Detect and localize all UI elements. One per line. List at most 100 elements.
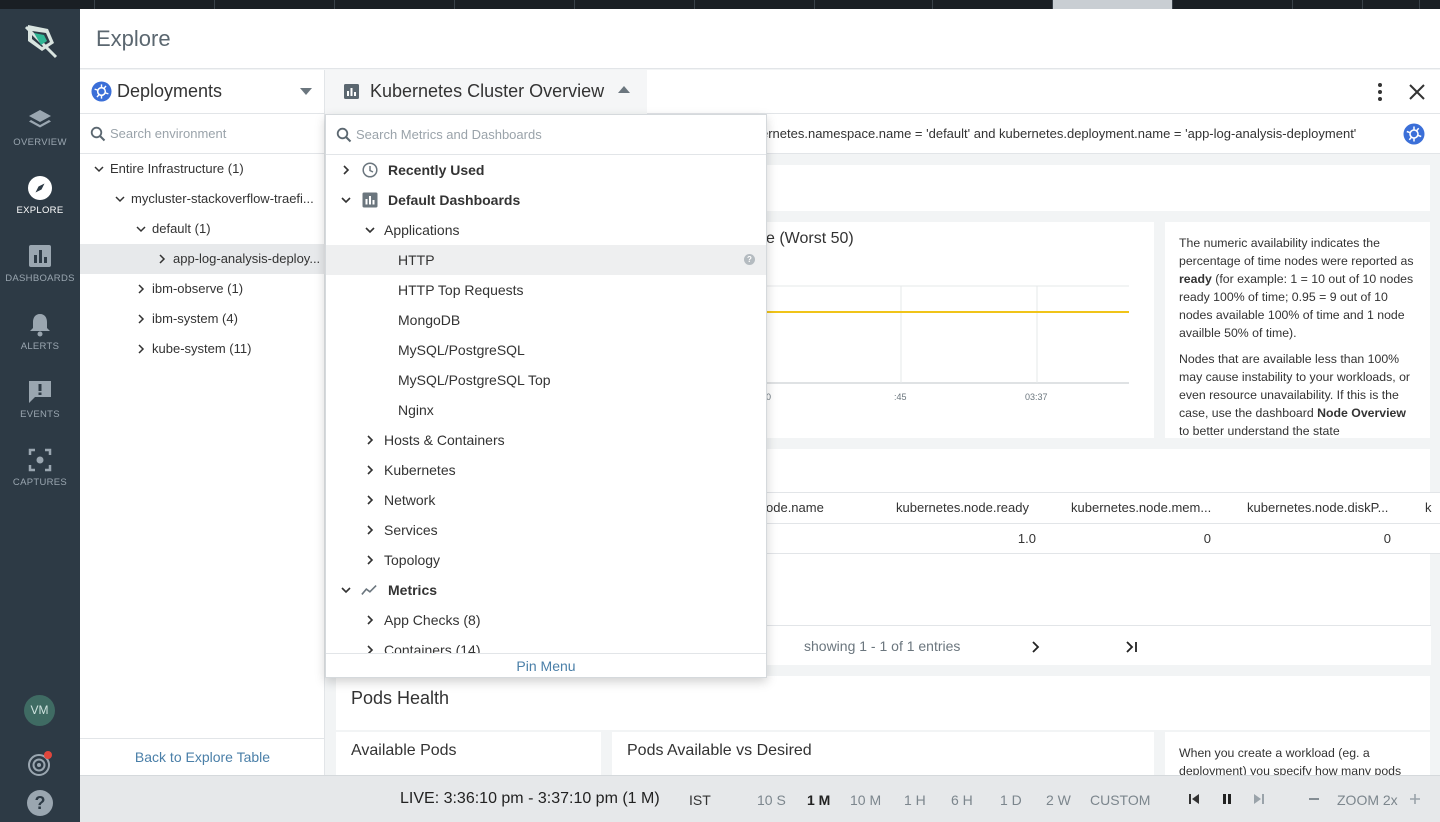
tree-item[interactable]: default (1) (80, 214, 325, 244)
menu-item[interactable]: HTTP Top Requests (326, 275, 766, 305)
metrics-search-input[interactable]: Search Metrics and Dashboards (326, 115, 766, 155)
browser-tab[interactable] (575, 0, 695, 9)
skip-forward-icon[interactable] (1253, 793, 1265, 805)
menu-item[interactable]: MySQL/PostgreSQL Top (326, 365, 766, 395)
last-page-icon[interactable] (1125, 641, 1139, 653)
avatar[interactable]: VM (24, 695, 55, 726)
nav-alerts[interactable]: ALERTS (0, 311, 80, 375)
menu-group[interactable]: Topology (326, 545, 766, 575)
tree-item-label: default (1) (152, 221, 211, 236)
range-custom[interactable]: CUSTOM (1090, 792, 1150, 808)
search-placeholder: Search Metrics and Dashboards (356, 127, 542, 142)
range-1m[interactable]: 1 M (807, 792, 830, 808)
browser-tab[interactable] (1363, 0, 1420, 9)
chevron-right-icon (367, 495, 374, 505)
nav-explore[interactable]: EXPLORE (0, 175, 80, 239)
menu-item-http[interactable]: HTTP ? (326, 245, 766, 275)
nav-label: EVENTS (20, 409, 60, 420)
zoom-out-icon[interactable] (1308, 793, 1320, 805)
next-page-icon[interactable] (1030, 641, 1040, 653)
chevron-right-icon (367, 645, 374, 653)
pods-description-panel: When you create a workload (eg. a deploy… (1165, 732, 1430, 775)
skip-back-icon[interactable] (1188, 793, 1200, 805)
range-1d[interactable]: 1 D (1000, 792, 1022, 808)
pin-menu-button[interactable]: Pin Menu (326, 653, 766, 677)
nav-events[interactable]: EVENTS (0, 379, 80, 443)
menu-group[interactable]: Kubernetes (326, 455, 766, 485)
dashboard-selector[interactable]: Kubernetes Cluster Overview (325, 70, 647, 114)
environment-search-input[interactable]: Search environment (80, 114, 325, 154)
notifications-icon[interactable] (26, 750, 54, 778)
tree-item-selected[interactable]: app-log-analysis-deploy... (80, 244, 325, 274)
app-logo-icon[interactable] (20, 21, 60, 61)
browser-tab[interactable] (695, 0, 815, 9)
menu-item[interactable]: Nginx (326, 395, 766, 425)
menu-item[interactable]: MySQL/PostgreSQL (326, 335, 766, 365)
menu-group[interactable]: Services (326, 515, 766, 545)
menu-group-applications[interactable]: Applications (326, 215, 766, 245)
chevron-down-icon (94, 166, 104, 173)
tree-item[interactable]: ibm-observe (1) (80, 274, 325, 304)
timezone-label[interactable]: IST (689, 792, 711, 808)
back-to-explore-table-link[interactable]: Back to Explore Table (80, 738, 325, 775)
pause-icon[interactable] (1221, 793, 1233, 805)
menu-item-label: Network (384, 492, 436, 508)
menu-item[interactable]: MongoDB (326, 305, 766, 335)
browser-tab[interactable] (95, 0, 215, 9)
browser-tab[interactable] (0, 0, 95, 9)
tree-item-label: ibm-system (4) (152, 311, 238, 326)
column-header[interactable]: kubernetes.node.mem... (1071, 493, 1211, 523)
range-10s[interactable]: 10 S (757, 792, 786, 808)
tree-item-label: app-log-analysis-deploy... (173, 251, 321, 266)
browser-tab[interactable] (933, 0, 1053, 9)
nav-overview[interactable]: OVERVIEW (0, 107, 80, 171)
kubernetes-icon (1403, 123, 1425, 145)
range-6h[interactable]: 6 H (951, 792, 973, 808)
menu-group[interactable]: Network (326, 485, 766, 515)
tree-item[interactable]: Entire Infrastructure (1) (80, 154, 325, 184)
browser-tab[interactable] (815, 0, 933, 9)
pods-description: When you create a workload (eg. a deploy… (1179, 746, 1402, 775)
deployments-selector[interactable]: Deployments (80, 70, 325, 114)
menu-item-label: Hosts & Containers (384, 432, 505, 448)
column-header[interactable]: kubernetes.node.ready (896, 493, 1029, 523)
column-header[interactable]: kubernetes.node.diskP... (1247, 493, 1388, 523)
range-2w[interactable]: 2 W (1046, 792, 1071, 808)
tree-item[interactable]: mycluster-stackoverflow-traefi... (80, 184, 325, 214)
range-10m[interactable]: 10 M (850, 792, 881, 808)
close-icon[interactable] (1407, 82, 1427, 102)
nav-dashboards[interactable]: DASHBOARDS (0, 243, 80, 307)
more-options-icon[interactable] (1371, 82, 1389, 102)
range-1h[interactable]: 1 H (904, 792, 926, 808)
available-pods-panel: Available Pods (336, 732, 601, 775)
column-header[interactable]: k (1425, 493, 1432, 523)
help-icon[interactable]: ? (27, 790, 53, 816)
menu-group-metrics[interactable]: Metrics (326, 575, 766, 605)
table-row[interactable]: 1.0 0 0 (766, 524, 1440, 554)
menu-item-label: MySQL/PostgreSQL Top (398, 372, 551, 388)
menu-group[interactable]: Hosts & Containers (326, 425, 766, 455)
tree-item[interactable]: kube-system (11) (80, 334, 325, 364)
browser-tab[interactable] (1173, 0, 1293, 9)
browser-tab[interactable] (1293, 0, 1363, 9)
menu-group-default-dashboards[interactable]: Default Dashboards (326, 185, 766, 215)
menu-group[interactable]: App Checks (8) (326, 605, 766, 635)
browser-tab[interactable] (455, 0, 575, 9)
column-header[interactable]: ode.name (766, 493, 824, 523)
zoom-in-icon[interactable] (1409, 793, 1421, 805)
dashboard-header: Kubernetes Cluster Overview (325, 70, 1440, 114)
nav-captures[interactable]: CAPTURES (0, 447, 80, 511)
tree-item[interactable]: ibm-system (4) (80, 304, 325, 334)
menu-group[interactable]: Containers (14) (326, 635, 766, 653)
live-time-range[interactable]: LIVE: 3:36:10 pm - 3:37:10 pm (1 M) (400, 790, 660, 808)
help-icon[interactable]: ? (744, 254, 755, 265)
dashboard-title: Kubernetes Cluster Overview (370, 81, 605, 101)
scope-expression: ernetes.namespace.name = 'default' and k… (761, 126, 1357, 141)
bar-chart-icon (344, 84, 359, 99)
browser-tab[interactable] (215, 0, 335, 9)
message-alert-icon (29, 381, 51, 403)
menu-group-recently-used[interactable]: Recently Used (326, 155, 766, 185)
browser-tab[interactable] (335, 0, 455, 9)
browser-tab-active[interactable] (1053, 0, 1173, 9)
layers-icon (29, 110, 51, 128)
